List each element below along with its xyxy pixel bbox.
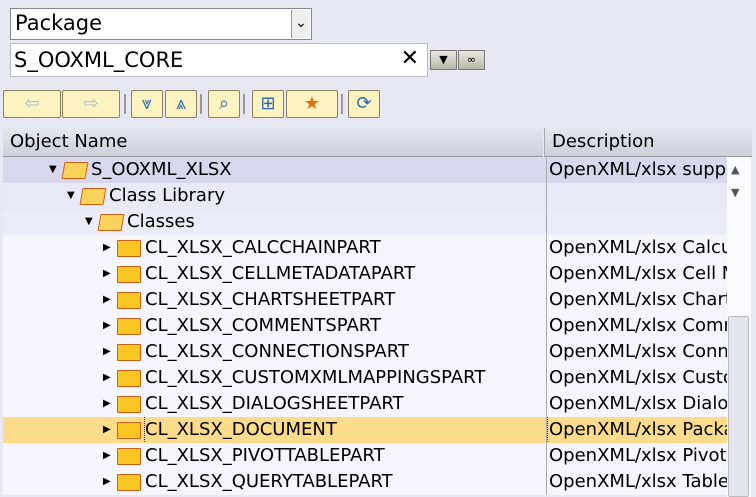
tree-row[interactable]: ▼ S_OOXML_XLSX OpenXML/xlsx support bbox=[3, 157, 727, 183]
display-glasses-button[interactable]: ∞ bbox=[458, 50, 485, 70]
collapse-all-icon: ⩓ bbox=[175, 93, 187, 114]
collapsed-arrow-icon[interactable]: ▶ bbox=[103, 391, 111, 417]
expand-all-button[interactable]: ⩔ bbox=[131, 90, 163, 118]
collapsed-arrow-icon[interactable]: ▶ bbox=[103, 365, 111, 391]
folder-icon bbox=[117, 370, 141, 387]
expanded-arrow-icon[interactable]: ▼ bbox=[67, 183, 75, 209]
collapsed-arrow-icon[interactable]: ▶ bbox=[103, 261, 111, 287]
find-icon: ⌕ bbox=[218, 93, 230, 114]
tree-item-description: OpenXML/xlsx Chartsheet bbox=[546, 287, 727, 313]
tree-item-name: Classes bbox=[127, 211, 195, 232]
folder-icon bbox=[117, 292, 141, 309]
collapsed-arrow-icon[interactable]: ▶ bbox=[103, 469, 111, 495]
open-folder-icon bbox=[79, 188, 107, 205]
collapsed-arrow-icon[interactable]: ▶ bbox=[103, 313, 111, 339]
expanded-arrow-icon[interactable]: ▼ bbox=[49, 157, 57, 183]
scroll-down-icon[interactable]: ▼ bbox=[731, 186, 739, 199]
column-header-description[interactable]: Description bbox=[544, 128, 726, 157]
tree-item-name: CL_XLSX_COMMENTSPART bbox=[145, 315, 381, 336]
object-name-input[interactable]: S_OOXML_CORE ✕ bbox=[10, 43, 428, 77]
tree-item-name: CL_XLSX_DOCUMENT bbox=[144, 417, 548, 443]
tree-row[interactable]: ▼ Classes bbox=[3, 209, 727, 235]
collapsed-arrow-icon[interactable]: ▶ bbox=[103, 417, 111, 443]
object-type-select[interactable]: Package ⌄ bbox=[10, 8, 312, 40]
tree-item-name: CL_XLSX_CONNECTIONSPART bbox=[145, 341, 409, 362]
collapsed-arrow-icon[interactable]: ▶ bbox=[103, 235, 111, 261]
folder-icon bbox=[117, 318, 141, 335]
forward-button[interactable]: ⇨ bbox=[62, 90, 120, 118]
folder-icon bbox=[117, 266, 141, 283]
expand-all-icon: ⩔ bbox=[141, 93, 153, 114]
folder-icon bbox=[117, 396, 141, 413]
folder-icon bbox=[117, 240, 141, 257]
tree-item-description: OpenXML/xlsx Cell Metadata bbox=[546, 261, 727, 287]
toolbar-separator bbox=[200, 94, 202, 114]
tree-item-name: CL_XLSX_QUERYTABLEPART bbox=[145, 471, 393, 492]
tree-row[interactable]: ▶ CL_XLSX_DIALOGSHEETPART OpenXML/xlsx Dia… bbox=[3, 391, 727, 417]
open-folder-icon bbox=[61, 162, 89, 179]
favorites-icon: ★ bbox=[303, 93, 321, 114]
open-folder-icon bbox=[97, 214, 125, 231]
tree-row[interactable]: ▶ CL_XLSX_COMMENTSPART OpenXML/xlsx Commen… bbox=[3, 313, 727, 339]
tree-item-description: OpenXML/xlsx Package bbox=[546, 417, 727, 443]
toolbar-separator bbox=[124, 94, 126, 114]
tree-row[interactable]: ▶ CL_XLSX_CELLMETADATAPART OpenXML/xlsx Ce… bbox=[3, 261, 727, 287]
tree-item-description: OpenXML/xlsx Custom bbox=[546, 365, 727, 391]
folder-icon bbox=[117, 344, 141, 361]
tree-item-description: OpenXML/xlsx Pivot bbox=[546, 443, 727, 469]
tree-row[interactable]: ▶ CL_XLSX_PIVOTTABLEPART OpenXML/xlsx Pivo… bbox=[3, 443, 727, 469]
tree-item-name: Class Library bbox=[109, 185, 226, 206]
folder-icon bbox=[117, 448, 141, 465]
collapsed-arrow-icon[interactable]: ▶ bbox=[103, 339, 111, 365]
collapsed-arrow-icon[interactable]: ▶ bbox=[103, 287, 111, 313]
tree-item-name: CL_XLSX_DIALOGSHEETPART bbox=[145, 393, 404, 414]
tree-item-name: CL_XLSX_CELLMETADATAPART bbox=[145, 263, 416, 284]
tree-item-description: OpenXML/xlsx Dialogsheet bbox=[546, 391, 727, 417]
tree-item-description: OpenXML/xlsx Calculation bbox=[546, 235, 727, 261]
toolbar-separator bbox=[341, 94, 343, 114]
chevron-down-icon[interactable]: ⌄ bbox=[291, 10, 310, 38]
tree-item-description: OpenXML/xlsx support bbox=[546, 157, 727, 183]
clear-icon[interactable]: ✕ bbox=[401, 46, 419, 71]
refresh-icon: ⟳ bbox=[356, 93, 372, 114]
tree-item-name: CL_XLSX_PIVOTTABLEPART bbox=[145, 445, 385, 466]
tree-row[interactable]: ▶ CL_XLSX_QUERYTABLEPART OpenXML/xlsx Tabl… bbox=[3, 469, 727, 495]
find-button[interactable]: ⌕ bbox=[208, 90, 240, 118]
object-type-value: Package bbox=[15, 11, 103, 35]
scrollbar-thumb[interactable] bbox=[728, 316, 749, 497]
tree-item-description: OpenXML/xlsx Table bbox=[546, 469, 727, 495]
collapsed-arrow-icon[interactable]: ▶ bbox=[103, 443, 111, 469]
hierarchy-button[interactable]: ⊞ bbox=[252, 90, 284, 118]
hierarchy-icon: ⊞ bbox=[260, 93, 276, 114]
history-dropdown-button[interactable]: ▼ bbox=[430, 50, 457, 70]
expanded-arrow-icon[interactable]: ▼ bbox=[85, 209, 93, 235]
toolbar-separator bbox=[243, 94, 245, 114]
refresh-button[interactable]: ⟳ bbox=[348, 90, 380, 118]
folder-icon bbox=[117, 422, 141, 439]
tree-item-name: CL_XLSX_CALCCHAINPART bbox=[145, 237, 381, 258]
favorites-button[interactable]: ★ bbox=[286, 90, 338, 118]
tree-item-name: S_OOXML_XLSX bbox=[91, 159, 232, 180]
tree-item-description bbox=[546, 209, 727, 235]
tree-row[interactable]: ▶ CL_XLSX_CHARTSHEETPART OpenXML/xlsx Char… bbox=[3, 287, 727, 313]
scroll-up-icon[interactable]: ▲ bbox=[731, 163, 739, 176]
tree-item-description bbox=[546, 183, 727, 209]
tree-item-description: OpenXML/xlsx Comments bbox=[546, 313, 727, 339]
tree-item-name: CL_XLSX_CHARTSHEETPART bbox=[145, 289, 396, 310]
tree-row[interactable]: ▶ CL_XLSX_CUSTOMXMLMAPPINGSPART OpenXML/xl… bbox=[3, 365, 727, 391]
collapse-all-button[interactable]: ⩓ bbox=[165, 90, 197, 118]
folder-icon bbox=[117, 474, 141, 491]
tree-item-name: CL_XLSX_CUSTOMXMLMAPPINGSPART bbox=[145, 367, 486, 388]
column-header-object-name[interactable]: Object Name bbox=[3, 128, 543, 157]
back-button[interactable]: ⇦ bbox=[3, 90, 61, 118]
header-filler bbox=[726, 128, 752, 157]
back-icon: ⇦ bbox=[24, 93, 40, 114]
tree-row[interactable]: ▶ CL_XLSX_DOCUMENTOpenXML/xlsx Package bbox=[3, 417, 727, 443]
tree-row[interactable]: ▶ CL_XLSX_CALCCHAINPART OpenXML/xlsx Calcu… bbox=[3, 235, 727, 261]
tree-item-description: OpenXML/xlsx Connections bbox=[546, 339, 727, 365]
tree-row[interactable]: ▶ CL_XLSX_CONNECTIONSPART OpenXML/xlsx Con… bbox=[3, 339, 727, 365]
forward-icon: ⇨ bbox=[83, 93, 99, 114]
tree-row[interactable]: ▼ Class Library bbox=[3, 183, 727, 209]
object-name-value: S_OOXML_CORE bbox=[14, 48, 184, 72]
